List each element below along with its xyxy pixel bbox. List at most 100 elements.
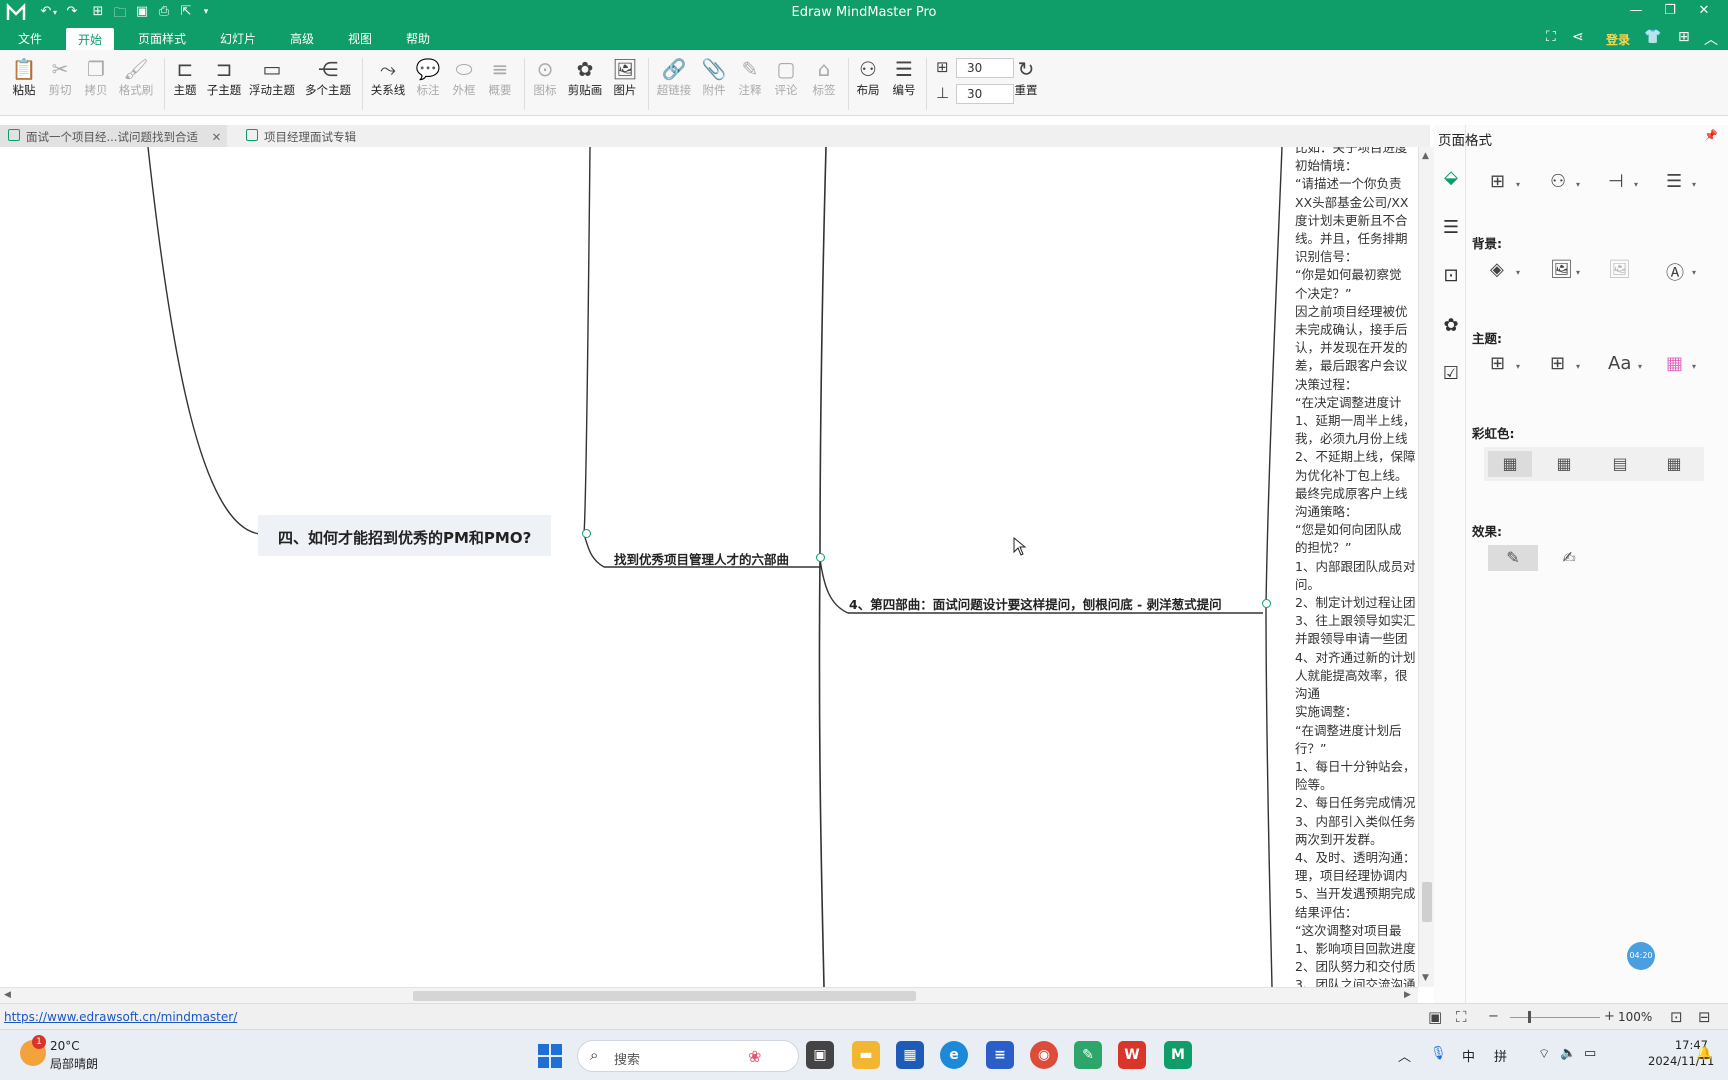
format-painter-button[interactable]: 🖌 格式刷: [114, 56, 158, 98]
scroll-thumb[interactable]: [1422, 882, 1432, 922]
minimize-icon[interactable]: —: [1622, 3, 1650, 18]
scroll-thumb[interactable]: [413, 991, 916, 1001]
notification-bell-icon[interactable]: 🔔: [1696, 1046, 1712, 1061]
image-button[interactable]: 🖼 图片: [603, 56, 647, 98]
login-button[interactable]: 登录: [1606, 31, 1630, 48]
main-topic-node[interactable]: 四、如何才能招到优秀的PM和PMO?: [258, 515, 552, 556]
pin-icon[interactable]: 📌: [1704, 129, 1718, 142]
zoom-out-icon[interactable]: −: [1488, 1009, 1499, 1024]
scroll-down-icon[interactable]: ▼: [1422, 973, 1429, 983]
close-window-icon[interactable]: ✕: [1690, 3, 1718, 18]
vertical-scrollbar[interactable]: ▲ ▼: [1418, 147, 1434, 987]
sub-topic-node[interactable]: 找到优秀项目管理人才的六部曲: [614, 549, 789, 568]
theme-color-icon[interactable]: ▦: [1666, 353, 1683, 374]
tray-overflow-icon[interactable]: ︿: [1398, 1046, 1411, 1065]
menu-view[interactable]: 视图: [348, 30, 372, 47]
fit-page-icon[interactable]: ▣: [1428, 1008, 1442, 1026]
zoom-in-icon[interactable]: +: [1604, 1009, 1615, 1024]
page-format-icon[interactable]: ⬙: [1440, 167, 1462, 189]
clipart-panel-icon[interactable]: ✿: [1440, 315, 1462, 337]
watermark-icon[interactable]: Ⓐ: [1666, 259, 1684, 285]
dropdown-icon[interactable]: ▾: [1576, 180, 1580, 189]
menu-page-style[interactable]: 页面样式: [138, 30, 186, 47]
list-style-icon[interactable]: ☰: [1666, 171, 1682, 192]
reset-button[interactable]: ↻ 重置: [1004, 56, 1048, 98]
scroll-right-icon[interactable]: ▶: [1404, 990, 1411, 1000]
tab-interview-doc[interactable]: 面试一个项目经...试问题找到合适 ✕: [0, 125, 228, 147]
apps-icon[interactable]: ⊞: [1678, 29, 1690, 45]
menu-home[interactable]: 开始: [66, 28, 115, 50]
rainbow-option-4-icon[interactable]: ▦: [1652, 451, 1696, 477]
chrome-icon[interactable]: ◉: [1030, 1041, 1058, 1069]
remove-background-icon[interactable]: 🖼: [1608, 259, 1631, 280]
zoom-slider[interactable]: [1510, 1017, 1600, 1018]
file-explorer-icon[interactable]: ▬: [852, 1041, 880, 1069]
theme-layout-icon[interactable]: ⊞: [1490, 353, 1505, 374]
collapse-toggle[interactable]: [1262, 599, 1271, 608]
collapse-ribbon-icon[interactable]: ︿: [1704, 29, 1718, 49]
windows-start-icon[interactable]: [538, 1044, 562, 1068]
sub-topic-node-4[interactable]: 4、第四部曲：面试问题设计要这样提问，刨根问底 - 剥洋葱式提问: [849, 594, 1222, 613]
dropdown-icon[interactable]: ▾: [1692, 180, 1696, 189]
horizontal-scrollbar[interactable]: ◀ ▶: [0, 987, 1418, 1003]
dropdown-icon[interactable]: ▾: [1516, 180, 1520, 189]
store-icon[interactable]: ▦: [896, 1041, 924, 1069]
structure-icon[interactable]: ⊞: [1490, 171, 1505, 192]
website-link[interactable]: https://www.edrawsoft.cn/mindmaster/: [4, 1010, 237, 1024]
rainbow-option-3-icon[interactable]: ▤: [1598, 451, 1642, 477]
org-chart-icon[interactable]: ⚇: [1550, 171, 1566, 192]
outline-list-icon[interactable]: ☰: [1440, 217, 1462, 239]
dropdown-icon[interactable]: ▾: [1576, 362, 1580, 371]
dropdown-icon[interactable]: ▾: [1692, 268, 1696, 277]
collapse-toggle[interactable]: [582, 529, 591, 538]
taskbar-search[interactable]: ⌕ 搜索 ❀: [577, 1040, 799, 1072]
fullscreen-view-icon[interactable]: ⛶: [1456, 1008, 1467, 1026]
close-tab-icon[interactable]: ✕: [212, 130, 222, 144]
topic-note-text[interactable]: 比如：关于项目进度 初始情境： “请描述一个你负责 XX头部基金公司/XX 度计划未更新…: [1295, 147, 1418, 987]
numbering-button[interactable]: ☰ 编号: [882, 56, 926, 98]
dropdown-icon[interactable]: ▾: [1576, 268, 1580, 277]
mindmaster-icon[interactable]: M: [1164, 1041, 1192, 1069]
task-icon[interactable]: ☑: [1440, 363, 1462, 385]
fit-window-icon[interactable]: ⊡: [1670, 1008, 1683, 1026]
tab-pm-interview-album[interactable]: 项目经理面试专辑: [238, 125, 362, 147]
scroll-up-icon[interactable]: ▲: [1422, 151, 1429, 161]
rainbow-option-1-icon[interactable]: ▦: [1488, 451, 1532, 477]
recording-timer-badge[interactable]: 04:20: [1627, 942, 1655, 970]
edge-browser-icon[interactable]: e: [940, 1041, 968, 1069]
battery-icon[interactable]: ▭: [1584, 1046, 1596, 1061]
dropdown-icon[interactable]: ▾: [1516, 268, 1520, 277]
rainbow-option-2-icon[interactable]: ▦: [1542, 451, 1586, 477]
menu-advanced[interactable]: 高级: [290, 30, 314, 47]
mindmap-canvas[interactable]: 四、如何才能招到优秀的PM和PMO? 找到优秀项目管理人才的六部曲 4、第四部曲…: [0, 147, 1418, 987]
fill-color-icon[interactable]: ◈: [1490, 259, 1504, 280]
effect-handdrawn-icon[interactable]: ✍: [1544, 545, 1594, 571]
theme-font-icon[interactable]: Aa: [1608, 353, 1631, 374]
dropdown-icon[interactable]: ▾: [1638, 362, 1642, 371]
menu-slides[interactable]: 幻灯片: [220, 30, 256, 47]
fullscreen-icon[interactable]: ⛶: [1546, 29, 1556, 45]
scroll-left-icon[interactable]: ◀: [4, 990, 11, 1000]
zoom-slider-handle[interactable]: [1528, 1011, 1531, 1023]
summary-button[interactable]: ≡ 概要: [478, 56, 522, 98]
shirt-icon[interactable]: 👕: [1644, 29, 1661, 45]
notepad-icon[interactable]: ≡: [986, 1041, 1014, 1069]
subtopic-button[interactable]: ⊐ 子主题: [202, 56, 246, 98]
menu-file[interactable]: 文件: [18, 30, 42, 47]
theme-style-icon[interactable]: ⊞: [1550, 353, 1565, 374]
collapse-toggle[interactable]: [816, 553, 825, 562]
wifi-icon[interactable]: ⌔: [1538, 1046, 1550, 1062]
microphone-icon[interactable]: 🎙: [1430, 1046, 1447, 1061]
edraw-app-icon[interactable]: ✎: [1074, 1041, 1102, 1069]
dropdown-icon[interactable]: ▾: [1634, 180, 1638, 189]
connector-style-icon[interactable]: ⊣: [1608, 171, 1624, 192]
dropdown-icon[interactable]: ▾: [1692, 362, 1696, 371]
volume-icon[interactable]: 🔈: [1560, 1046, 1576, 1061]
effect-pen-icon[interactable]: ✎: [1488, 545, 1538, 571]
floating-topic-button[interactable]: ▭ 浮动主题: [249, 56, 295, 98]
share-icon[interactable]: ⋖: [1572, 29, 1584, 45]
ime-language[interactable]: 中: [1462, 1046, 1475, 1065]
ime-mode[interactable]: 拼: [1494, 1046, 1507, 1065]
multi-topic-button[interactable]: ⋲ 多个主题: [305, 56, 351, 98]
split-view-icon[interactable]: ⊟: [1698, 1008, 1711, 1026]
